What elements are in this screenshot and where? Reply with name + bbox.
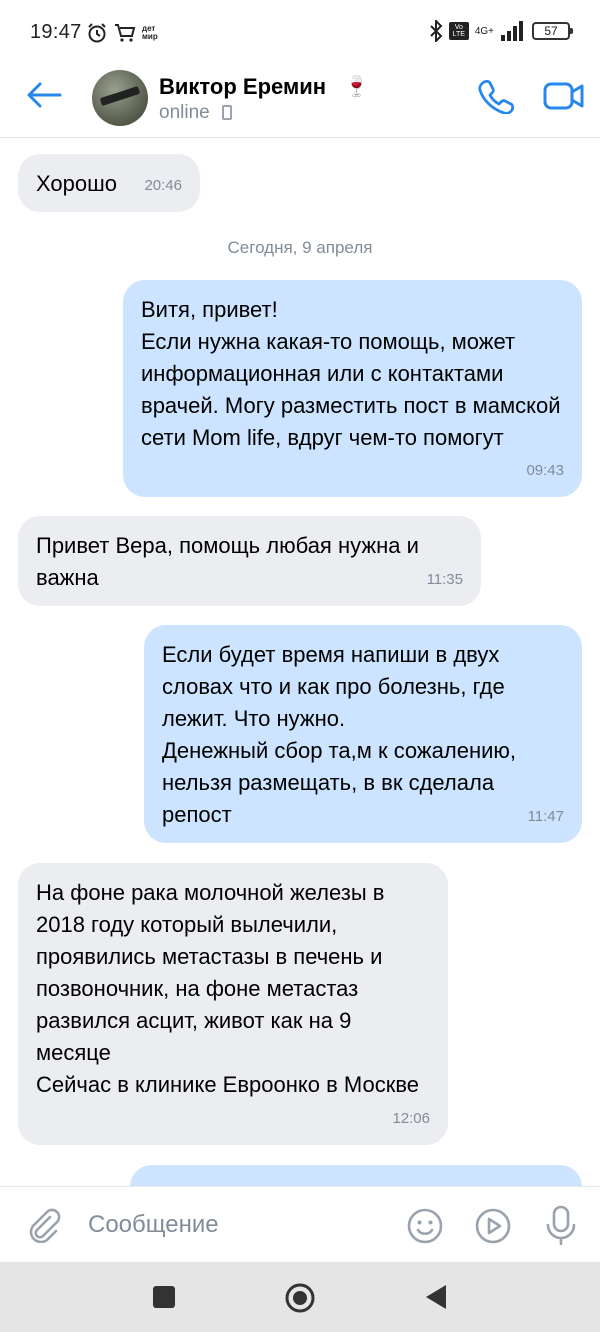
message-bubble-outgoing[interactable]: П — [130, 1165, 582, 1186]
message-time: 20:46 — [144, 177, 182, 194]
message-bubble-incoming[interactable]: На фоне рака молочной железы в 2018 году… — [18, 863, 448, 1145]
nav-back-button[interactable] — [424, 1284, 448, 1310]
play-circle-icon[interactable] — [474, 1207, 512, 1245]
home-button[interactable] — [284, 1282, 316, 1314]
message-input[interactable] — [88, 1203, 388, 1247]
microphone-icon[interactable] — [544, 1205, 578, 1245]
message-text: Витя, привет! Если нужна какая-то помощь… — [141, 297, 561, 450]
message-text: На фоне рака молочной железы в 2018 году… — [36, 880, 420, 1097]
message-text: Хорошо — [36, 171, 118, 196]
message-bubble-incoming[interactable]: Привет Вера, помощь любая нужна и важна … — [18, 516, 481, 606]
message-text: Если будет время напиши в двух словах чт… — [162, 642, 516, 827]
message-bubble-outgoing[interactable]: Витя, привет! Если нужна какая-то помощь… — [123, 280, 582, 497]
smile-icon[interactable] — [406, 1207, 444, 1245]
recent-apps-button[interactable] — [153, 1286, 175, 1308]
message-time: 09:43 — [526, 462, 564, 479]
message-time: 12:06 — [392, 1110, 430, 1127]
mobile-device-icon — [222, 105, 232, 120]
status-right-icons: Vo LTE 4G+ 57 — [429, 20, 573, 42]
online-status: online — [159, 102, 210, 123]
message-bubble-outgoing[interactable]: Если будет время напиши в двух словах чт… — [144, 625, 582, 843]
status-time: 19:47 — [30, 21, 82, 43]
volte-badge: Vo LTE — [448, 22, 469, 40]
contact-name[interactable]: Виктор Еремин — [159, 74, 326, 100]
avatar[interactable] — [92, 70, 148, 126]
chat-header: Виктор Еремин 🍷 online — [0, 66, 600, 138]
battery-indicator: 57 — [532, 22, 573, 40]
system-nav-bar — [0, 1262, 600, 1332]
network-badge: 4G+ — [474, 25, 494, 37]
bluetooth-icon — [430, 20, 443, 42]
alarm-icon — [88, 23, 106, 43]
date-separator: Сегодня, 9 апреля — [227, 238, 373, 257]
message-time: 11:35 — [426, 571, 463, 588]
signal-icon — [501, 21, 523, 41]
message-text: Привет Вера, помощь любая нужна и важна — [36, 533, 419, 590]
back-arrow-icon[interactable] — [24, 80, 64, 110]
message-list[interactable]: Хорошо 20:46 Сегодня, 9 апреля Витя, при… — [0, 138, 600, 1186]
paperclip-icon[interactable] — [26, 1207, 62, 1243]
store-badge: дет мир — [142, 24, 158, 41]
wine-glass-emoji: 🍷 — [344, 76, 369, 98]
video-camera-icon[interactable] — [542, 78, 586, 114]
message-time: 11:47 — [527, 808, 564, 825]
status-left-icons: дет мир — [86, 22, 162, 44]
status-bar: 19:47 дет мир Vo LTE 4G+ 57 — [0, 0, 600, 66]
message-composer — [0, 1186, 600, 1262]
phone-icon[interactable] — [476, 78, 516, 114]
cart-icon — [115, 24, 136, 42]
message-bubble-incoming[interactable]: Хорошо 20:46 — [18, 154, 200, 212]
